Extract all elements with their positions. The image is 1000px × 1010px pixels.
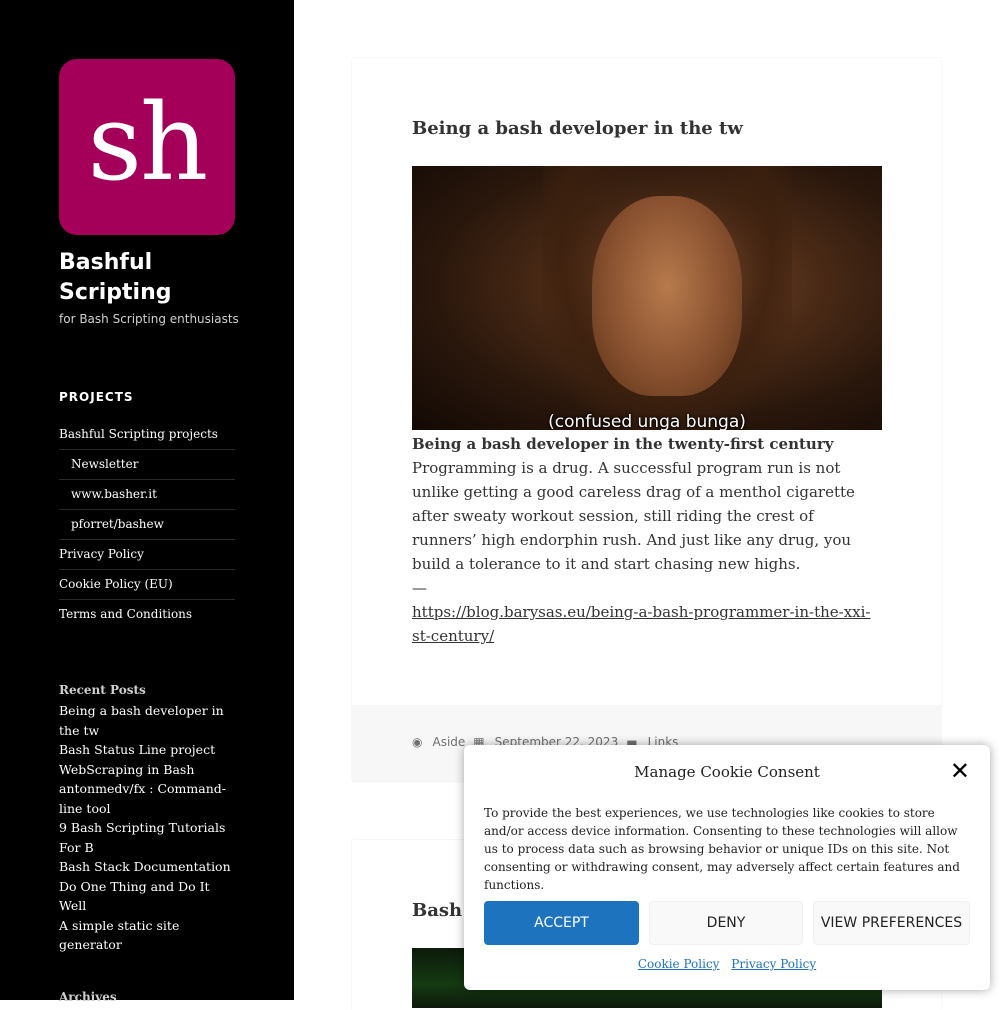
- privacy-policy-link[interactable]: Privacy Policy: [731, 957, 816, 971]
- recent-post-link[interactable]: Being a bash developer in the tw: [59, 701, 237, 740]
- close-icon[interactable]: ✕: [950, 759, 970, 783]
- recent-post-link[interactable]: 9 Bash Scripting Tutorials For B: [59, 818, 237, 857]
- menu-item-cookie-policy[interactable]: Cookie Policy (EU): [59, 570, 235, 600]
- recent-post-link[interactable]: Do One Thing and Do It Well: [59, 877, 237, 916]
- site-logo[interactable]: sh: [59, 59, 235, 235]
- menu-item-bashew[interactable]: pforret/bashew: [59, 510, 235, 540]
- cookie-links: Cookie Policy Privacy Policy: [464, 957, 990, 971]
- logo-text: sh: [87, 81, 209, 204]
- quote-title: Being a bash developer in the twenty-fir…: [412, 435, 834, 453]
- post-format[interactable]: Aside: [432, 735, 465, 749]
- cookie-title: Manage Cookie Consent: [634, 763, 820, 781]
- recent-post-link[interactable]: antonmedv/fx : Command-line tool: [59, 779, 237, 818]
- recent-posts-heading: Recent Posts: [59, 683, 146, 697]
- source-link[interactable]: https://blog.barysas.eu/being-a-bash-pro…: [412, 603, 870, 645]
- recent-posts-list: Being a bash developer in the tw Bash St…: [59, 701, 237, 955]
- post-image: (confused unga bunga): [412, 166, 882, 430]
- accept-button[interactable]: ACCEPT: [484, 901, 639, 945]
- menu-item-basher[interactable]: www.basher.it: [59, 480, 235, 510]
- menu-item-bashful-projects[interactable]: Bashful Scripting projects: [59, 420, 235, 450]
- menu-item-newsletter[interactable]: Newsletter: [59, 450, 235, 480]
- quote-text: Programming is a drug. A successful prog…: [412, 459, 855, 573]
- quote-dash: —: [412, 579, 427, 597]
- site-description: for Bash Scripting enthusiasts: [59, 312, 239, 326]
- menu-item-terms[interactable]: Terms and Conditions: [59, 600, 235, 629]
- recent-post-link[interactable]: Bash Status Line project: [59, 740, 237, 760]
- projects-heading: PROJECTS: [59, 390, 134, 404]
- sidebar: sh Bashful Scripting for Bash Scripting …: [0, 0, 294, 1004]
- site-title[interactable]: Bashful Scripting: [59, 248, 239, 308]
- recent-post-link[interactable]: WebScraping in Bash: [59, 760, 237, 780]
- cookie-consent-dialog: Manage Cookie Consent ✕ To provide the b…: [464, 745, 990, 990]
- post-body: Being a bash developer in the twenty-fir…: [412, 432, 882, 648]
- deny-button[interactable]: DENY: [649, 901, 803, 945]
- recent-post-link[interactable]: Bash Stack Documentation: [59, 857, 237, 877]
- cookie-policy-link[interactable]: Cookie Policy: [638, 957, 720, 971]
- image-face: [592, 196, 742, 396]
- image-caption: (confused unga bunga): [548, 412, 746, 430]
- post-title[interactable]: Being a bash developer in the tw: [412, 118, 743, 139]
- projects-menu: Bashful Scripting projects Newsletter ww…: [59, 420, 235, 629]
- recent-post-link[interactable]: A simple static site generator: [59, 916, 237, 955]
- archives-heading: Archives: [59, 990, 117, 1004]
- cookie-description: To provide the best experiences, we use …: [484, 806, 960, 892]
- menu-item-privacy-policy[interactable]: Privacy Policy: [59, 540, 235, 570]
- aside-icon: ◉: [412, 735, 423, 749]
- view-preferences-button[interactable]: VIEW PREFERENCES: [813, 901, 970, 945]
